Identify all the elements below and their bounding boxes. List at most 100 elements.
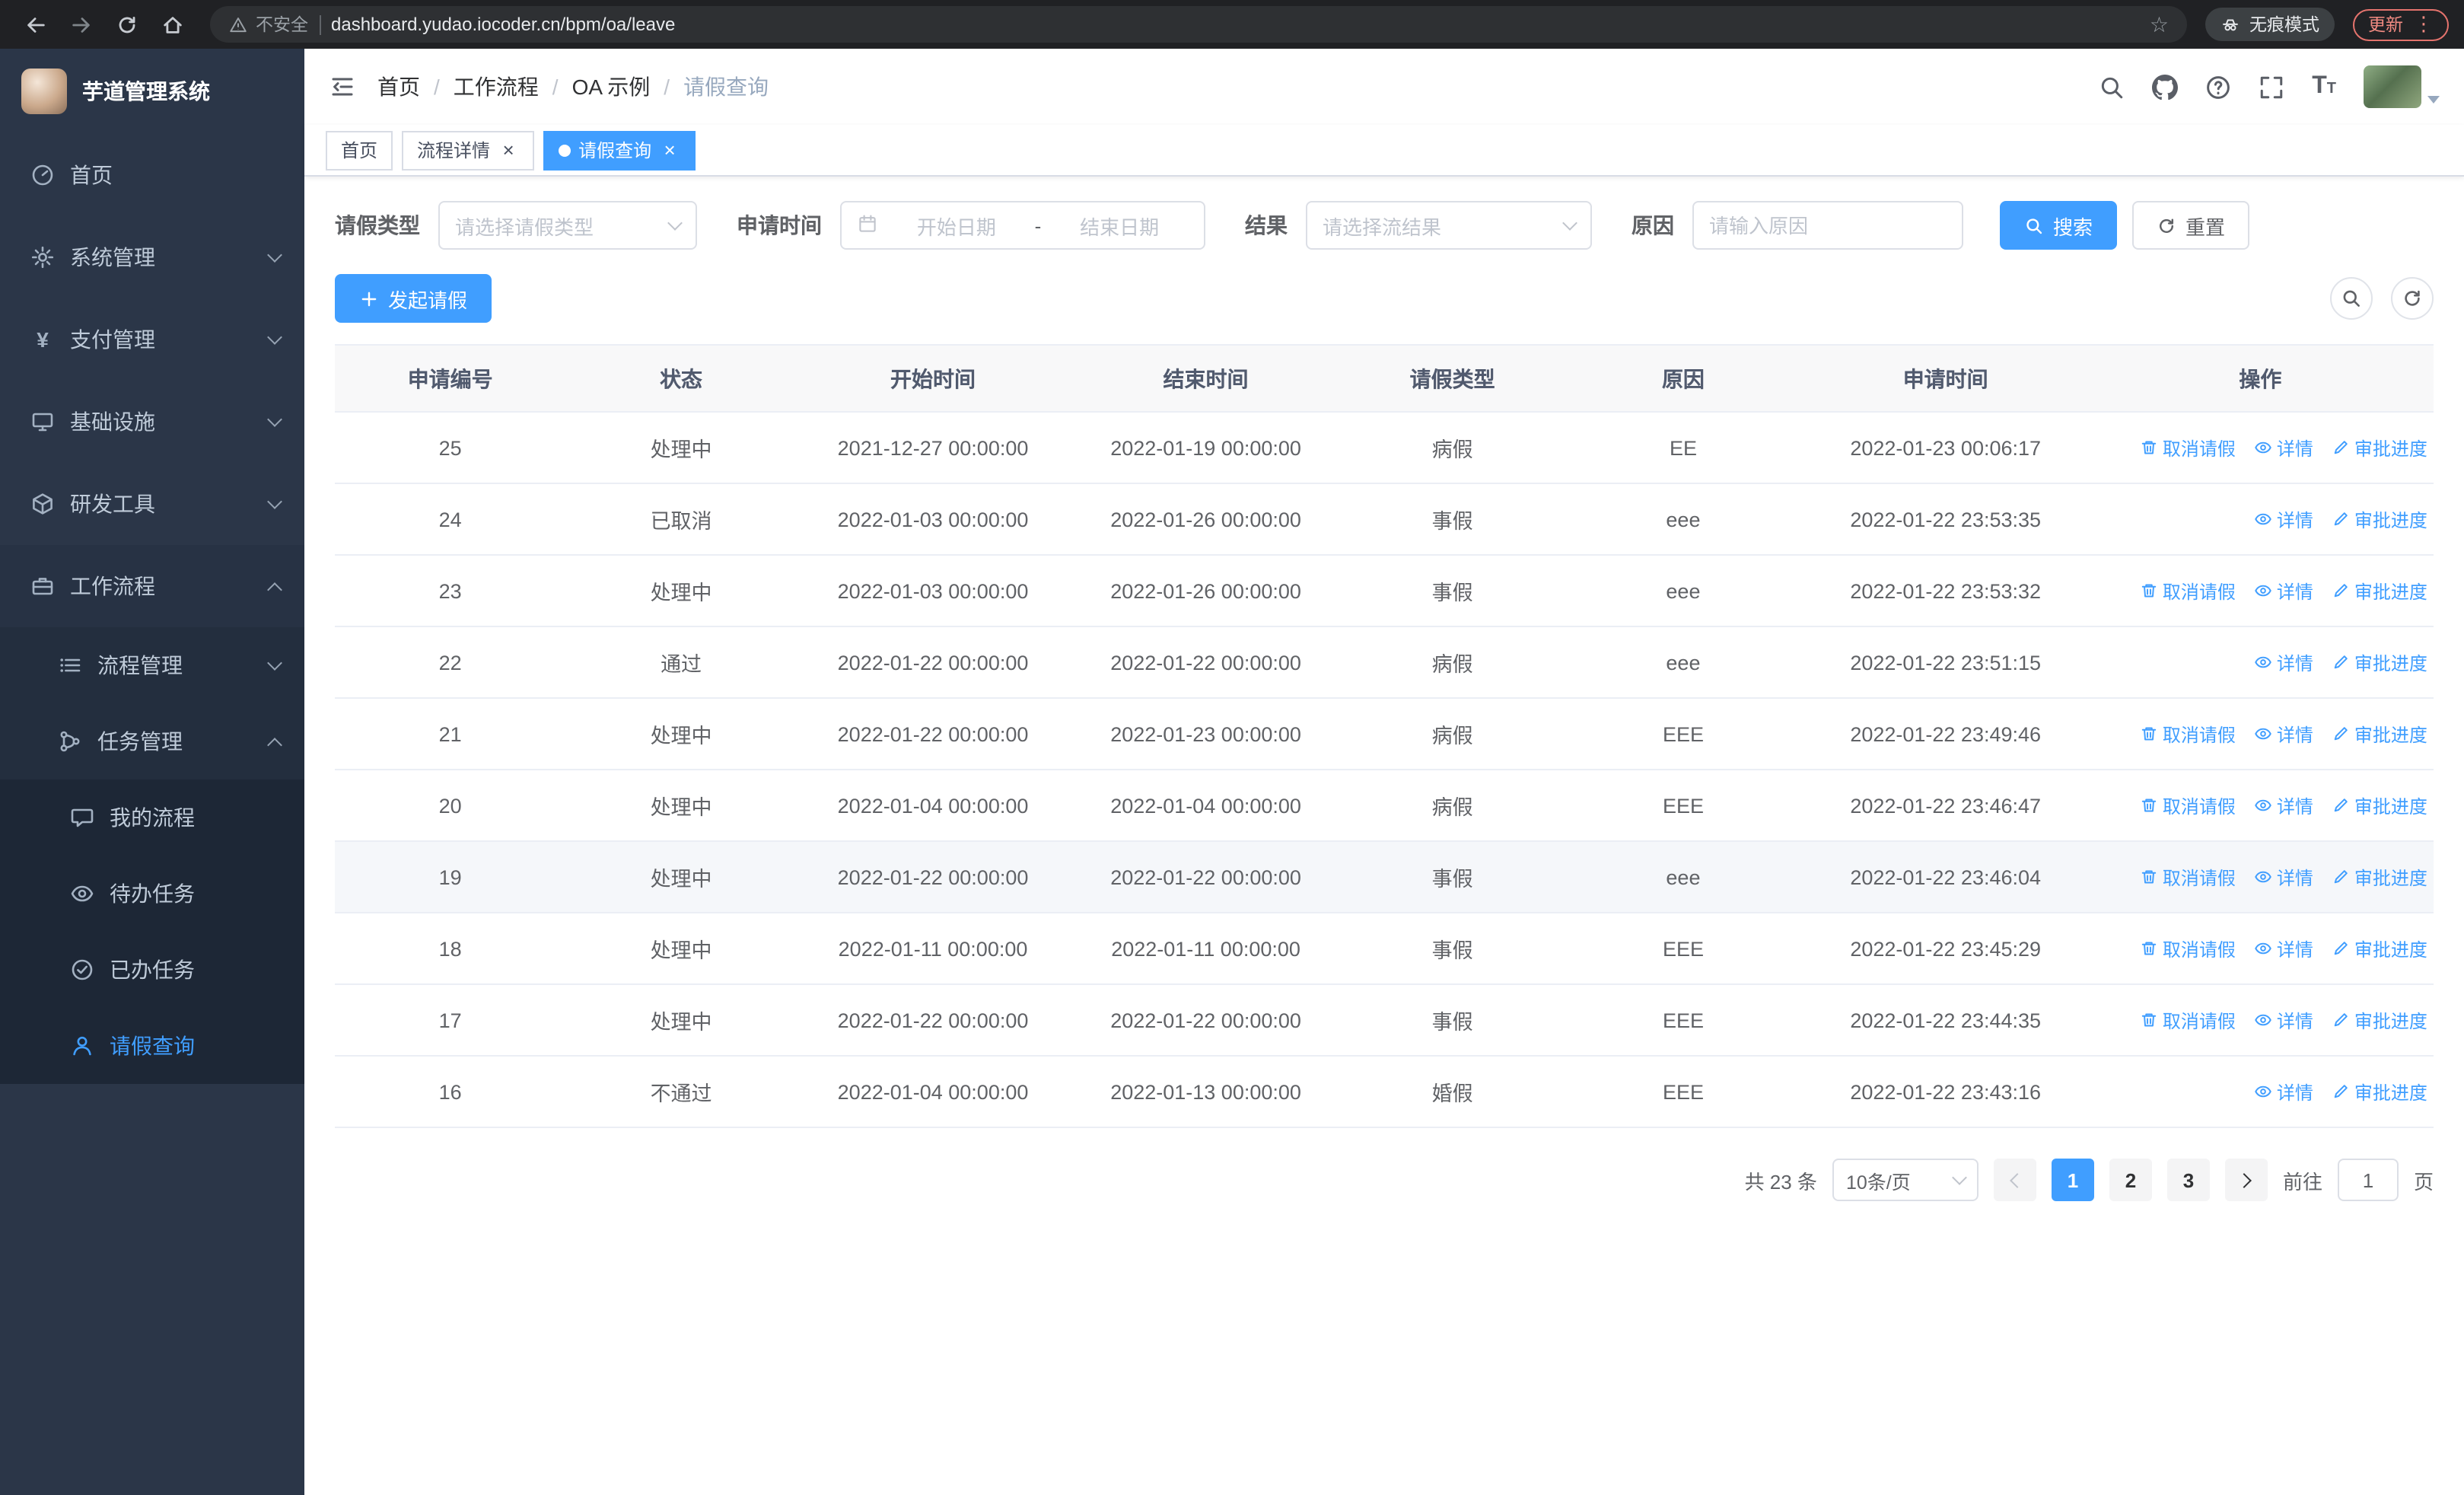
goto-page-input[interactable]: [2337, 1159, 2399, 1201]
sidebar-item-done-tasks[interactable]: 已办任务: [0, 932, 304, 1008]
cell-apply-id: 23: [438, 579, 462, 602]
pagination: 共 23 条 10条/页 1 2 3 前往 页: [335, 1159, 2434, 1247]
detail-link[interactable]: 详情: [2254, 721, 2313, 747]
url-text: dashboard.yudao.iocoder.cn/bpm/oa/leave: [331, 14, 676, 35]
table-row: 20 处理中 2022-01-04 00:00:00 2022-01-04 00…: [335, 770, 2434, 842]
detail-link[interactable]: 详情: [2254, 936, 2313, 961]
cell-apply-time: 2022-01-22 23:45:29: [1850, 937, 2042, 960]
approval-progress-link[interactable]: 审批进度: [2332, 1007, 2427, 1033]
breadcrumb-item[interactable]: 首页: [377, 72, 420, 102]
detail-link[interactable]: 详情: [2254, 792, 2313, 818]
cell-apply-time: 2022-01-22 23:53:35: [1850, 508, 2042, 531]
cell-end-time: 2022-01-26 00:00:00: [1110, 579, 1301, 602]
bookmark-star-icon[interactable]: ☆: [2150, 11, 2169, 37]
cancel-leave-link[interactable]: 取消请假: [2140, 1007, 2236, 1033]
detail-link[interactable]: 详情: [2254, 578, 2313, 604]
sidebar-item-devtools[interactable]: 研发工具: [0, 463, 304, 545]
page-size-select[interactable]: 10条/页: [1832, 1159, 1979, 1201]
approval-progress-link[interactable]: 审批进度: [2332, 792, 2427, 818]
detail-link[interactable]: 详情: [2254, 864, 2313, 890]
reason-input[interactable]: [1692, 201, 1963, 250]
cancel-leave-link[interactable]: 取消请假: [2140, 435, 2236, 461]
tab-leave-query[interactable]: 请假查询 ×: [543, 130, 696, 170]
approval-progress-link[interactable]: 审批进度: [2332, 435, 2427, 461]
chat-icon: [70, 805, 94, 830]
browser-menu-icon[interactable]: ⋮: [2414, 12, 2434, 37]
branch-icon: [58, 729, 82, 754]
eye-icon: [2255, 1014, 2271, 1026]
sidebar-item-home[interactable]: 首页: [0, 134, 304, 216]
cancel-leave-link[interactable]: 取消请假: [2140, 721, 2236, 747]
page-button-3[interactable]: 3: [2166, 1159, 2210, 1201]
help-icon[interactable]: [2205, 74, 2231, 100]
approval-progress-link[interactable]: 审批进度: [2332, 721, 2427, 747]
security-warning[interactable]: 不安全: [228, 12, 308, 37]
cell-status: 不通过: [650, 1082, 712, 1105]
browser-back-button[interactable]: [15, 5, 55, 44]
eye-icon: [2255, 942, 2271, 955]
cancel-leave-link[interactable]: 取消请假: [2140, 864, 2236, 890]
browser-home-button[interactable]: [152, 5, 192, 44]
table-row: 16 不通过 2022-01-04 00:00:00 2022-01-13 00…: [335, 1057, 2434, 1128]
sidebar-item-workflow[interactable]: 工作流程: [0, 545, 304, 627]
create-leave-button[interactable]: 发起请假: [335, 274, 492, 323]
approval-progress-link[interactable]: 审批进度: [2332, 649, 2427, 675]
browser-reload-button[interactable]: [107, 5, 146, 44]
font-size-icon[interactable]: TT: [2312, 74, 2336, 99]
cell-reason: EEE: [1662, 937, 1704, 960]
detail-link[interactable]: 详情: [2254, 1079, 2313, 1105]
breadcrumb-item[interactable]: 工作流程: [454, 72, 539, 102]
table-header: 申请编号 状态 开始时间 结束时间 请假类型 原因 申请时间 操作: [335, 346, 2434, 413]
detail-link[interactable]: 详情: [2254, 1007, 2313, 1033]
page-button-1[interactable]: 1: [2051, 1159, 2094, 1201]
fullscreen-icon[interactable]: [2259, 74, 2284, 100]
close-tab-icon[interactable]: ×: [659, 139, 680, 161]
cancel-leave-link[interactable]: 取消请假: [2140, 792, 2236, 818]
result-select[interactable]: 请选择流结果: [1306, 201, 1592, 250]
date-range-picker[interactable]: 开始日期 - 结束日期: [840, 201, 1205, 250]
reset-button[interactable]: 重置: [2132, 201, 2250, 250]
edit-pen-icon: [2334, 870, 2348, 884]
approval-progress-link[interactable]: 审批进度: [2332, 864, 2427, 890]
address-bar[interactable]: 不安全 dashboard.yudao.iocoder.cn/bpm/oa/le…: [210, 6, 2187, 43]
sidebar-item-my-process[interactable]: 我的流程: [0, 779, 304, 856]
next-page-button[interactable]: [2224, 1159, 2268, 1201]
browser-update-button[interactable]: 更新 ⋮: [2353, 8, 2449, 40]
approval-progress-link[interactable]: 审批进度: [2332, 578, 2427, 604]
close-tab-icon[interactable]: ×: [498, 139, 519, 161]
detail-link[interactable]: 详情: [2254, 435, 2313, 461]
table-refresh-icon[interactable]: [2391, 277, 2434, 320]
detail-link[interactable]: 详情: [2254, 506, 2313, 532]
sidebar-collapse-icon[interactable]: [329, 73, 356, 100]
total-count: 共 23 条: [1744, 1170, 1817, 1193]
cancel-leave-link[interactable]: 取消请假: [2140, 578, 2236, 604]
sidebar-item-todo-tasks[interactable]: 待办任务: [0, 856, 304, 932]
sidebar-item-system[interactable]: 系统管理: [0, 216, 304, 298]
approval-progress-link[interactable]: 审批进度: [2332, 936, 2427, 961]
prev-page-button[interactable]: [1993, 1159, 2036, 1201]
table-search-toggle-icon[interactable]: [2330, 277, 2373, 320]
search-icon[interactable]: [2099, 74, 2125, 100]
cancel-leave-link[interactable]: 取消请假: [2140, 936, 2236, 961]
search-button[interactable]: 搜索: [2000, 201, 2118, 250]
browser-forward-button[interactable]: [61, 5, 100, 44]
tab-process-detail[interactable]: 流程详情 ×: [402, 130, 535, 170]
sidebar-item-infrastructure[interactable]: 基础设施: [0, 381, 304, 463]
breadcrumb-item[interactable]: OA 示例: [572, 72, 651, 102]
tab-home[interactable]: 首页: [326, 130, 393, 170]
sidebar-item-leave-query[interactable]: 请假查询: [0, 1008, 304, 1084]
approval-progress-link[interactable]: 审批进度: [2332, 1079, 2427, 1105]
leave-type-select[interactable]: 请选择请假类型: [438, 201, 697, 250]
cell-apply-time: 2022-01-22 23:43:16: [1850, 1080, 2042, 1103]
page-button-2[interactable]: 2: [2109, 1159, 2152, 1201]
detail-link[interactable]: 详情: [2254, 649, 2313, 675]
user-menu[interactable]: [2364, 65, 2440, 108]
range-separator: -: [1034, 214, 1042, 237]
cell-apply-id: 22: [438, 651, 462, 674]
sidebar-item-payment[interactable]: ¥ 支付管理: [0, 298, 304, 381]
approval-progress-link[interactable]: 审批进度: [2332, 506, 2427, 532]
github-icon[interactable]: [2152, 74, 2179, 100]
cell-apply-id: 24: [438, 508, 462, 531]
sidebar-item-process-management[interactable]: 流程管理: [0, 627, 304, 703]
sidebar-item-task-management[interactable]: 任务管理: [0, 703, 304, 779]
